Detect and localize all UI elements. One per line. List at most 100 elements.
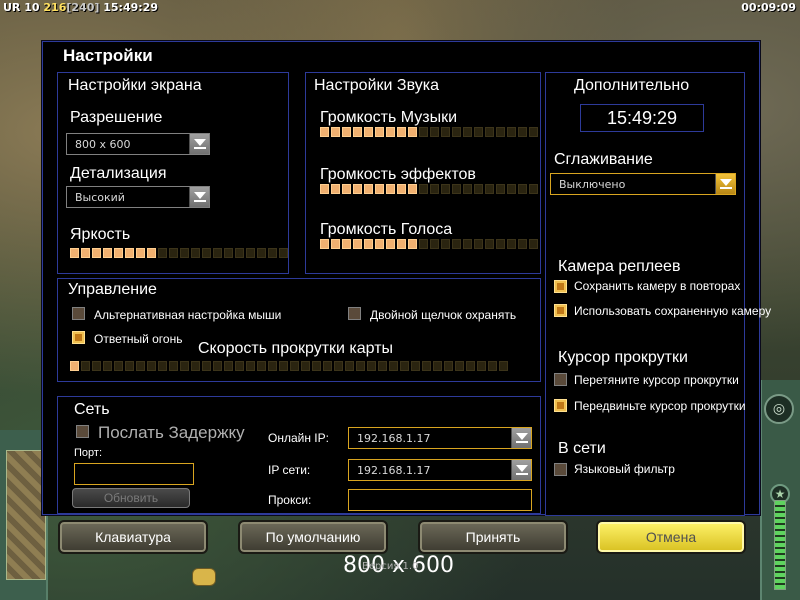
slider-segment[interactable] <box>466 361 475 371</box>
resolution-select[interactable]: 800 x 600 <box>66 133 210 155</box>
alt-mouse-checkbox[interactable] <box>72 307 85 320</box>
slider-segment[interactable] <box>496 239 505 249</box>
slider-segment[interactable] <box>81 361 90 371</box>
slider-segment[interactable] <box>518 127 527 137</box>
slider-segment[interactable] <box>378 361 387 371</box>
slider-segment[interactable] <box>136 248 145 258</box>
slider-segment[interactable] <box>81 248 90 258</box>
slider-segment[interactable] <box>474 184 483 194</box>
slider-segment[interactable] <box>441 184 450 194</box>
slider-segment[interactable] <box>408 239 417 249</box>
chevron-down-icon[interactable] <box>511 460 531 480</box>
slider-segment[interactable] <box>169 361 178 371</box>
radar-icon[interactable]: ◎ <box>764 394 794 424</box>
slider-segment[interactable] <box>290 361 299 371</box>
slider-segment[interactable] <box>202 248 211 258</box>
slider-segment[interactable] <box>169 248 178 258</box>
keyboard-button[interactable]: Клавиатура <box>58 520 208 554</box>
slider-segment[interactable] <box>147 361 156 371</box>
slider-segment[interactable] <box>268 248 277 258</box>
slider-segment[interactable] <box>213 361 222 371</box>
accept-button[interactable]: Принять <box>418 520 568 554</box>
slider-segment[interactable] <box>485 127 494 137</box>
slider-segment[interactable] <box>136 361 145 371</box>
slider-segment[interactable] <box>463 127 472 137</box>
slider-segment[interactable] <box>507 239 516 249</box>
slider-segment[interactable] <box>463 184 472 194</box>
slider-segment[interactable] <box>441 239 450 249</box>
slider-segment[interactable] <box>444 361 453 371</box>
slider-segment[interactable] <box>430 127 439 137</box>
drag-cursor-checkbox[interactable] <box>554 373 567 386</box>
slider-segment[interactable] <box>342 184 351 194</box>
slider-segment[interactable] <box>485 239 494 249</box>
detail-select[interactable]: Высокий <box>66 186 210 208</box>
slider-segment[interactable] <box>246 361 255 371</box>
port-input[interactable] <box>74 463 194 485</box>
proxy-input[interactable] <box>348 489 532 511</box>
slider-segment[interactable] <box>397 239 406 249</box>
return-fire-checkbox[interactable] <box>72 331 85 344</box>
slider-segment[interactable] <box>342 239 351 249</box>
slider-segment[interactable] <box>158 361 167 371</box>
slider-segment[interactable] <box>92 248 101 258</box>
move-cursor-checkbox[interactable] <box>554 399 567 412</box>
slider-segment[interactable] <box>455 361 464 371</box>
slider-segment[interactable] <box>419 184 428 194</box>
chevron-down-icon[interactable] <box>715 174 735 194</box>
slider-segment[interactable] <box>488 361 497 371</box>
slider-segment[interactable] <box>386 184 395 194</box>
slider-segment[interactable] <box>496 184 505 194</box>
slider-segment[interactable] <box>158 248 167 258</box>
slider-segment[interactable] <box>257 248 266 258</box>
lang-filter-checkbox[interactable] <box>554 463 567 476</box>
slider-segment[interactable] <box>441 127 450 137</box>
slider-segment[interactable] <box>320 239 329 249</box>
minimap[interactable] <box>6 450 46 580</box>
slider-segment[interactable] <box>334 361 343 371</box>
slider-segment[interactable] <box>103 361 112 371</box>
slider-segment[interactable] <box>213 248 222 258</box>
slider-segment[interactable] <box>408 184 417 194</box>
slider-segment[interactable] <box>353 239 362 249</box>
slider-segment[interactable] <box>114 361 123 371</box>
slider-segment[interactable] <box>386 127 395 137</box>
slider-segment[interactable] <box>422 361 431 371</box>
slider-segment[interactable] <box>147 248 156 258</box>
music-volume-slider[interactable] <box>320 127 538 137</box>
slider-segment[interactable] <box>92 361 101 371</box>
slider-segment[interactable] <box>246 248 255 258</box>
chevron-down-icon[interactable] <box>511 428 531 448</box>
net-ip-select[interactable]: 192.168.1.17 <box>348 459 532 481</box>
cancel-button[interactable]: Отмена <box>596 520 746 554</box>
slider-segment[interactable] <box>235 361 244 371</box>
double-click-checkbox[interactable] <box>348 307 361 320</box>
slider-segment[interactable] <box>411 361 420 371</box>
slider-segment[interactable] <box>507 184 516 194</box>
defaults-button[interactable]: По умолчанию <box>238 520 388 554</box>
slider-segment[interactable] <box>268 361 277 371</box>
slider-segment[interactable] <box>224 361 233 371</box>
slider-segment[interactable] <box>353 184 362 194</box>
slider-segment[interactable] <box>356 361 365 371</box>
slider-segment[interactable] <box>103 248 112 258</box>
slider-segment[interactable] <box>507 127 516 137</box>
slider-segment[interactable] <box>331 127 340 137</box>
slider-segment[interactable] <box>312 361 321 371</box>
slider-segment[interactable] <box>389 361 398 371</box>
slider-segment[interactable] <box>400 361 409 371</box>
slider-segment[interactable] <box>320 184 329 194</box>
voice-volume-slider[interactable] <box>320 239 538 249</box>
slider-segment[interactable] <box>114 248 123 258</box>
slider-segment[interactable] <box>430 239 439 249</box>
slider-segment[interactable] <box>279 248 288 258</box>
slider-segment[interactable] <box>364 127 373 137</box>
slider-segment[interactable] <box>477 361 486 371</box>
slider-segment[interactable] <box>529 184 538 194</box>
slider-segment[interactable] <box>301 361 310 371</box>
online-ip-select[interactable]: 192.168.1.17 <box>348 427 532 449</box>
slider-segment[interactable] <box>452 239 461 249</box>
slider-segment[interactable] <box>224 248 233 258</box>
slider-segment[interactable] <box>364 239 373 249</box>
slider-segment[interactable] <box>529 127 538 137</box>
